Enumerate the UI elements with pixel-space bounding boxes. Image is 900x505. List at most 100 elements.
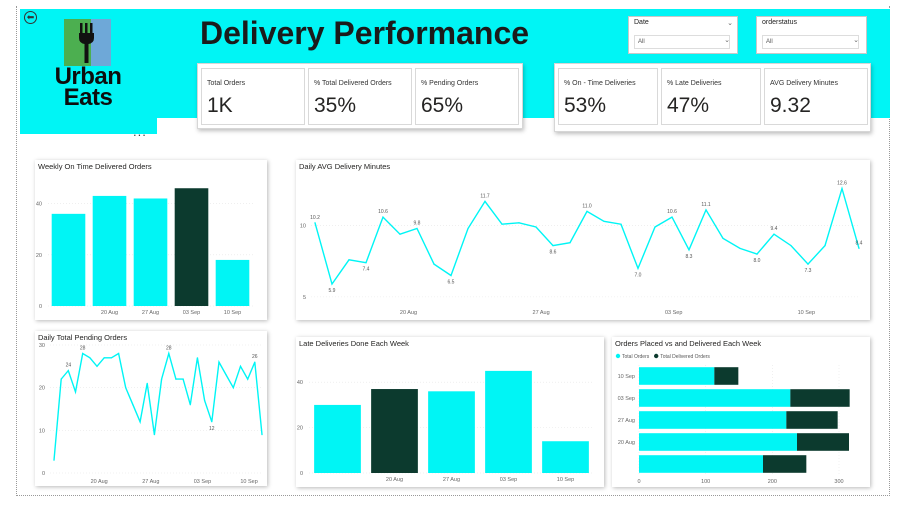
back-arrow-icon[interactable]: ⬅ [24,11,37,24]
daily-pending-chart[interactable]: Daily Total Pending Orders 0 10 20 30 24 28 28… [35,331,267,486]
data-label: 9.4 [771,226,778,232]
data-label: 10.2 [310,215,320,221]
orderstatus-slicer-label: orderstatus [762,19,798,26]
legend-label: Total Orders [622,354,650,360]
data-label: 9.8 [414,220,421,226]
data-label: 28 [166,346,172,352]
x-tick-label: 20 Aug [400,310,417,316]
x-tick-label: 27 Aug [142,310,159,316]
y-tick-label: 10 Sep [618,374,635,380]
kpi-card-late-pct[interactable]: % Late Deliveries 47% [661,68,761,125]
data-point [569,242,571,244]
data-point [89,357,91,359]
kpi-group-orders: Total Orders 1K % Total Delivered Orders… [197,63,523,129]
data-point [117,352,120,355]
y-tick-label: 0 [42,471,45,477]
data-point [433,263,435,265]
data-point [53,459,55,461]
legend-label: Total Delivered Orders [660,354,710,360]
data-point [196,357,199,359]
late-deliveries-svg: 0 20 40 20 Aug 27 Aug 03 Sep 10 Sep [297,370,594,483]
placed-vs-delivered-svg: Total Orders Total Delivered Orders 0 100 20… [615,353,850,485]
data-point [204,399,206,402]
data-point [467,227,469,230]
date-slicer[interactable]: Date ⌄ All ⌄ [628,16,738,54]
data-point [103,357,105,359]
data-point [168,352,170,355]
kpi-label: AVG Delivery Minutes [770,80,838,87]
x-tick-label: 27 Aug [142,479,159,485]
x-tick-label: 100 [701,479,710,485]
data-label: 26 [252,354,258,360]
kpi-value: 65% [421,94,464,117]
kpi-card-delivered-pct[interactable]: % Total Delivered Orders 35% [308,68,412,125]
kpi-group-delivery: % On - Time Deliveries 53% % Late Delive… [554,63,871,132]
data-point [552,244,554,247]
data-point [132,404,134,406]
kpi-card-total-orders[interactable]: Total Orders 1K [201,68,305,125]
bar [428,391,475,473]
data-point [518,222,520,224]
y-tick-label: 27 Aug [618,418,635,424]
data-label: 8.0 [754,258,761,264]
data-point [182,378,184,380]
data-point [484,200,486,202]
data-point [688,249,690,251]
bar-segment [786,411,838,429]
bar-segment [714,367,739,385]
kpi-card-on-time-pct[interactable]: % On - Time Deliveries 53% [558,68,658,125]
weekly-on-time-chart[interactable]: Weekly On Time Delivered Orders 0 20 40 20 … [35,160,267,320]
chevron-down-icon: ⌄ [853,37,859,44]
data-point [637,267,639,269]
data-label: 7.4 [363,267,370,273]
kpi-label: % On - Time Deliveries [564,80,636,87]
kpi-value: 53% [564,94,607,117]
y-tick-label: 20 [36,253,42,259]
placed-vs-delivered-chart[interactable]: Orders Placed vs and Delivered Each Week… [612,337,870,487]
daily-avg-minutes-chart[interactable]: Daily AVG Delivery Minutes 5 10 10.2 5.9 7.4… [296,160,870,320]
data-point [807,263,809,265]
x-tick-label: 10 Sep [224,310,241,316]
data-point [535,226,537,228]
data-point [382,216,384,218]
orderstatus-slicer-dropdown[interactable]: All [762,35,859,49]
bar [485,370,532,473]
data-point [739,247,741,250]
kpi-label: % Pending Orders [421,80,479,87]
data-point [139,421,141,423]
data-label: 10.6 [667,209,677,215]
kpi-card-pending-pct[interactable]: % Pending Orders 65% [415,68,519,125]
daily-avg-minutes-svg: 5 10 10.2 5.9 7.4 10.6 9.8 6.5 11.7 8.6 11.0 7.0 10.… [300,181,863,316]
orderstatus-slicer[interactable]: orderstatus All ⌄ [756,16,867,54]
data-point [399,233,401,235]
data-point [858,247,860,250]
data-label: 5.9 [329,288,336,294]
data-point [773,233,775,235]
data-point [175,378,177,380]
y-tick-label: 20 [39,386,45,392]
y-tick-label: 0 [300,471,303,477]
kpi-value: 9.32 [770,94,811,117]
data-point [110,357,112,359]
bar [314,404,361,473]
data-point [96,365,98,367]
kpi-card-avg-minutes[interactable]: AVG Delivery Minutes 9.32 [764,68,868,125]
x-tick-label: 20 Aug [101,310,118,316]
data-label: 28 [80,346,86,352]
late-deliveries-chart[interactable]: Late Deliveries Done Each Week 0 20 40 20 A… [296,337,604,487]
data-point [60,378,62,380]
logo-text: Urban Eats [50,65,126,110]
more-options-icon[interactable]: ... [133,124,147,139]
y-tick-label: 40 [297,380,303,386]
data-point [603,220,605,222]
data-point [247,378,249,380]
bar-segment [639,433,797,451]
data-point [756,253,758,255]
page-title: Delivery Performance [200,15,530,51]
kpi-value: 35% [314,94,357,117]
x-tick-label: 27 Aug [443,477,460,483]
date-slicer-dropdown[interactable]: All [634,35,730,49]
x-tick-label: 03 Sep [194,479,211,485]
x-tick-label: 300 [834,479,843,485]
y-tick-label: 20 Aug [618,440,635,446]
